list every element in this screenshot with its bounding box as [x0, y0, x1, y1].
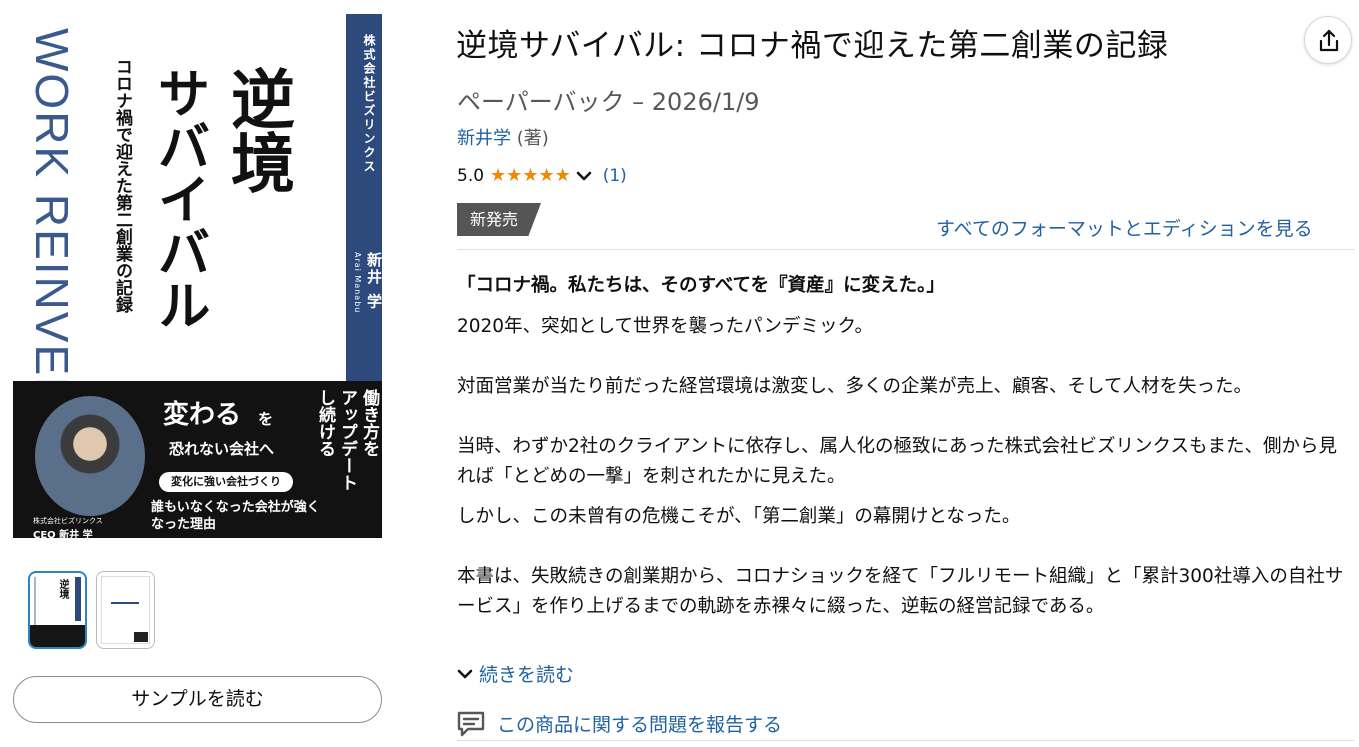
cover-big-text: 変わる — [163, 400, 242, 430]
cover-author-photo — [35, 396, 145, 516]
cover-author: 新井 学 — [365, 252, 382, 311]
rating-row: 5.0 ★★★★★ (1) — [457, 165, 627, 186]
author-link[interactable]: 新井学 — [457, 128, 511, 149]
chevron-down-icon[interactable] — [575, 170, 593, 182]
cover-line3: 誰もいなくなった会社が強くなった理由 — [151, 500, 320, 532]
share-icon — [1319, 29, 1339, 52]
divider — [457, 740, 1354, 741]
cover-author-roman: Arai Manabu — [353, 252, 362, 314]
description-headline: 「コロナ禍。私たちは、そのすべてを『資産』に変えた。」 — [457, 275, 945, 296]
cover-big-text-suffix: を — [258, 410, 274, 428]
report-issue-link[interactable]: この商品に関する問題を報告する — [457, 710, 782, 737]
cover-ceo: CEO 新井 学 — [33, 530, 93, 538]
cover-line2: 恐れない会社へ — [169, 440, 275, 458]
cover-pill: 変化に強い会社づくり — [159, 472, 293, 492]
cover-subtitle: コロナ禍で迎えた第二創業の記録 — [112, 58, 132, 313]
read-more-label: 続きを読む — [479, 664, 575, 686]
read-more-link[interactable]: 続きを読む — [457, 660, 574, 687]
divider — [457, 249, 1354, 250]
description-paragraph: しかし、この未曾有の危機こそが、「第二創業」の幕開けとなった。 — [457, 506, 1021, 527]
cover-title-line1: 逆境 — [220, 66, 294, 194]
thumbnail-barcode — [134, 632, 148, 642]
cover-title-line2: サバイバル — [149, 66, 210, 331]
description-fade — [457, 620, 1347, 656]
book-cover-image[interactable]: WORK REINVENTED 逆境 サバイバル コロナ禍で迎えた第二創業の記録… — [13, 14, 382, 538]
cover-ceo-org: 株式会社ビズリンクス — [33, 517, 103, 525]
star-rating[interactable]: ★★★★★ — [490, 165, 571, 186]
read-sample-button[interactable]: サンプルを読む — [13, 676, 382, 723]
rating-count-link[interactable]: (1) — [603, 166, 627, 186]
chevron-down-icon — [457, 669, 473, 678]
book-description: 「コロナ禍。私たちは、そのすべてを『資産』に変えた。」 2020年、突如として世… — [457, 272, 1347, 656]
product-title: 逆境サバイバル: コロナ禍で迎えた第二創業の記録 — [456, 28, 1169, 64]
author-role: (著) — [516, 128, 549, 149]
thumbnail-title: 逆境 — [57, 579, 68, 599]
description-paragraph: 対面営業が当たり前だった経営環境は激変し、多くの企業が売上、顧客、そして人材を失… — [457, 376, 1252, 397]
thumbnail-band — [75, 577, 81, 621]
rating-value: 5.0 — [457, 165, 485, 186]
all-formats-link[interactable]: すべてのフォーマットとエディションを見る — [936, 214, 1313, 241]
new-release-badge: 新発売 — [457, 203, 541, 236]
thumbnail-dark-panel — [30, 625, 85, 647]
report-issue-label: この商品に関する問題を報告する — [497, 714, 783, 736]
thumbnail-front-cover[interactable]: 逆境 — [28, 571, 87, 649]
share-button[interactable] — [1304, 16, 1352, 64]
report-icon — [457, 711, 485, 736]
format-and-date: ペーパーバック – 2026/1/9 — [457, 88, 760, 116]
cover-vertical-copy: 働き方を アップデート し続ける — [315, 389, 379, 491]
thumbnail-back-cover[interactable] — [96, 571, 155, 649]
author-byline: 新井学 (著) — [457, 124, 549, 150]
description-paragraph: 本書は、失敗続きの創業期から、コロナショックを経て「フルリモート組織」と「累計3… — [457, 566, 1344, 617]
description-paragraph: 2020年、突如として世界を襲ったパンデミック。 — [457, 316, 873, 337]
thumbnail-line — [111, 602, 139, 604]
description-paragraph: 当時、わずか2社のクライアントに依存し、属人化の極致にあった株式会社ビズリンクス… — [457, 436, 1337, 487]
cover-publisher: 株式会社ビズリンクス — [362, 34, 376, 174]
